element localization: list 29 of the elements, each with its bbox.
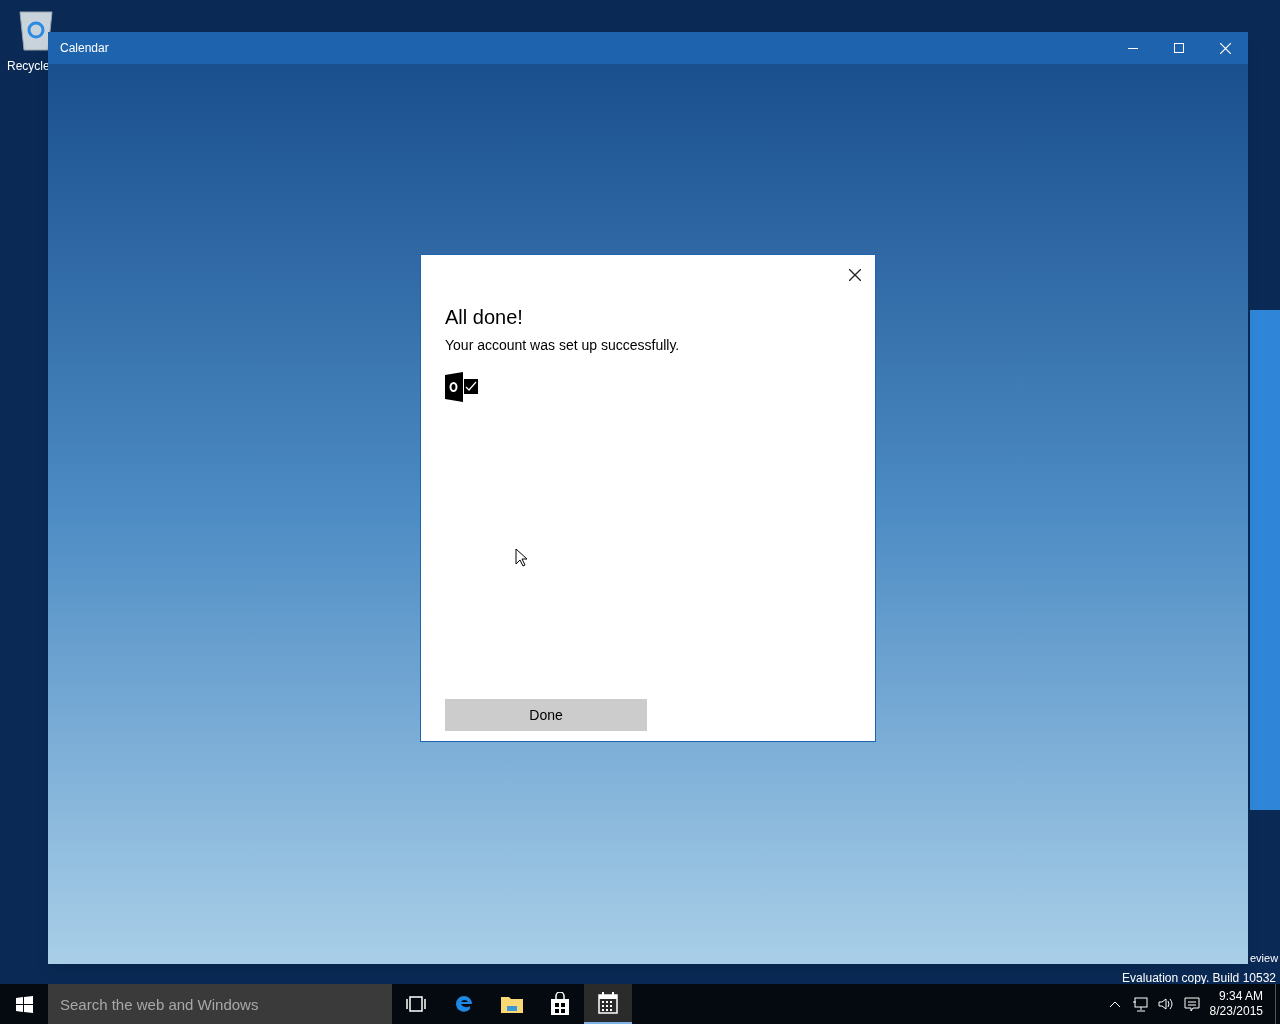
desktop-icon-label: Recycle — [7, 58, 50, 74]
search-field[interactable]: Search the web and Windows — [48, 984, 392, 1024]
clock-date: 8/23/2015 — [1209, 1004, 1263, 1019]
watermark-text: Evaluation copy. Build 10532 — [1122, 970, 1276, 987]
chevron-up-icon[interactable] — [1109, 1001, 1120, 1007]
mouse-cursor-icon — [515, 548, 527, 567]
mail-check-icon — [445, 372, 478, 402]
maximize-icon — [1174, 43, 1184, 53]
shopping-bag-icon — [549, 992, 571, 1016]
folder-icon — [500, 994, 524, 1014]
close-icon — [1219, 42, 1231, 54]
e-logo-icon — [453, 993, 475, 1015]
watermark-text: eview — [1250, 951, 1279, 966]
dialog-title: All done! — [445, 305, 524, 330]
calendar-icon — [596, 991, 620, 1015]
notification-icon[interactable] — [1183, 996, 1200, 1012]
clock[interactable]: 9:34 AM 8/23/2015 — [1209, 984, 1276, 1024]
window-title: Calendar — [60, 40, 110, 57]
recycle-bin-icon[interactable] — [16, 8, 56, 52]
task-view-icon — [405, 995, 427, 1013]
dialog-message: Your account was set up successfully. — [445, 336, 681, 355]
clock-time: 9:34 AM — [1218, 989, 1263, 1004]
calendar-app-button[interactable] — [584, 984, 632, 1024]
done-button[interactable]: Done — [445, 699, 647, 731]
close-icon — [849, 269, 861, 281]
windows-logo-icon — [15, 995, 33, 1013]
volume-icon[interactable] — [1157, 997, 1174, 1011]
network-icon[interactable] — [1131, 996, 1148, 1012]
minimize-icon — [1128, 47, 1138, 49]
